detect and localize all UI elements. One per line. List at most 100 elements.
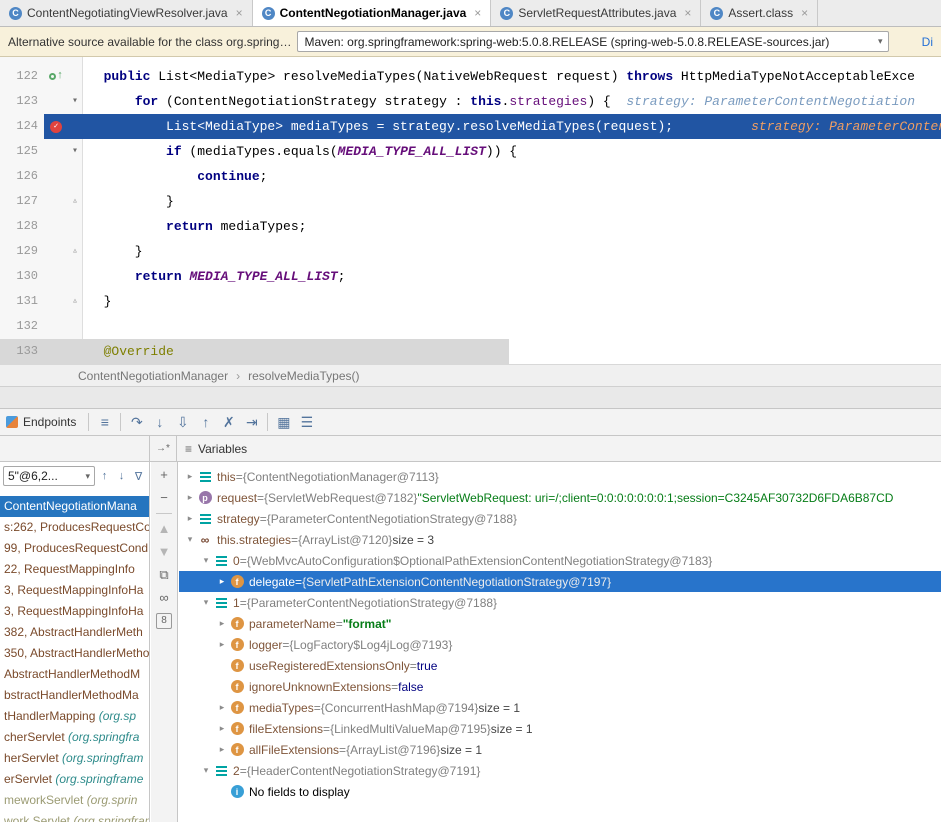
variable-row[interactable]: ▸this = {ContentNegotiationManager@7113} (179, 466, 941, 487)
fold-down-icon[interactable]: ▾ (72, 146, 78, 157)
view-rows-icon[interactable]: ☰ (295, 411, 318, 433)
variable-row[interactable]: ▸ffileExtensions = {LinkedMultiValueMap@… (179, 718, 941, 739)
variable-row[interactable]: ▾2 = {HeaderContentNegotiationStrategy@7… (179, 760, 941, 781)
tab-ContentNegotiatingViewResolver.java[interactable]: CContentNegotiatingViewResolver.java× (0, 0, 253, 26)
frame-item[interactable]: erServlet (org.springframe (0, 769, 149, 790)
variable-size: size = 1 (491, 722, 533, 736)
variable-row[interactable]: ▸flogger = {LogFactory$Log4jLog@7193} (179, 634, 941, 655)
duplicate-watch-icon[interactable]: ⧉ (156, 567, 172, 583)
tab-ServletRequestAttributes.java[interactable]: CServletRequestAttributes.java× (491, 0, 701, 26)
frame-item[interactable]: 3, RequestMappingInfoHa (0, 601, 149, 622)
frame-item[interactable]: s:262, ProducesRequestCo (0, 517, 149, 538)
variable-row[interactable]: ▾0 = {WebMvcAutoConfiguration$OptionalPa… (179, 550, 941, 571)
tab-close-icon[interactable]: × (236, 6, 243, 20)
frame-label: bstractHandlerMethodMa (4, 688, 139, 702)
tree-chevron-icon[interactable]: ▸ (215, 744, 229, 755)
tab-close-icon[interactable]: × (801, 6, 808, 20)
toolbar-separator (267, 413, 268, 431)
frame-item[interactable]: work Servlet (org springframew (0, 811, 149, 822)
frame-package: (org.sprin (87, 793, 138, 807)
tree-chevron-icon[interactable]: ▾ (183, 534, 197, 545)
tree-chevron-icon[interactable]: ▾ (199, 555, 213, 566)
fold-area (68, 214, 82, 239)
fold-down-icon[interactable]: ▾ (72, 96, 78, 107)
step-out-icon[interactable]: ↑ (194, 411, 217, 433)
frame-item[interactable]: AbstractHandlerMethodM (0, 664, 149, 685)
tree-chevron-icon[interactable]: ▸ (215, 702, 229, 713)
variable-row[interactable]: ▸prequest = {ServletWebRequest@7182} "Se… (179, 487, 941, 508)
tab-close-icon[interactable]: × (474, 6, 481, 20)
tab-Assert.class[interactable]: CAssert.class× (701, 0, 818, 26)
lasting-evaluation-icon[interactable]: ∞ (156, 590, 172, 606)
run-to-cursor-icon[interactable]: ⇥ (240, 411, 263, 433)
tree-chevron-icon[interactable]: ▸ (183, 492, 197, 503)
step-over-icon[interactable]: ↷ (125, 411, 148, 433)
variable-row[interactable]: ▸strategy = {ParameterContentNegotiation… (179, 508, 941, 529)
fold-up-icon[interactable]: ▵ (72, 246, 78, 257)
drop-frame-icon[interactable]: ✗ (217, 411, 240, 433)
variable-row[interactable]: ▸fdelegate = {ServletPathExtensionConten… (179, 571, 941, 592)
variable-row[interactable]: iNo fields to display (179, 781, 941, 802)
variable-row[interactable]: ▾∞this.strategies = {ArrayList@7120} siz… (179, 529, 941, 550)
code-token: @Override (104, 344, 174, 359)
variable-size: size = 1 (478, 701, 520, 715)
frame-item[interactable]: 22, RequestMappingInfo (0, 559, 149, 580)
add-watch-icon[interactable]: + (156, 467, 172, 483)
view-grid-icon[interactable]: ▦ (272, 411, 295, 433)
tree-chevron-icon[interactable]: ▾ (199, 765, 213, 776)
frame-item[interactable]: 382, AbstractHandlerMeth (0, 622, 149, 643)
variable-row[interactable]: fignoreUnknownExtensions = false (179, 676, 941, 697)
tree-chevron-icon[interactable]: ▸ (183, 513, 197, 524)
frame-item[interactable]: bstractHandlerMethodMa (0, 685, 149, 706)
frame-item[interactable]: 99, ProducesRequestCond (0, 538, 149, 559)
tree-chevron-icon[interactable]: ▸ (215, 723, 229, 734)
tree-chevron-icon[interactable]: ▸ (215, 576, 229, 587)
tree-chevron-icon[interactable]: ▸ (215, 618, 229, 629)
filter-icon[interactable]: ∇ (131, 470, 146, 483)
tab-endpoints[interactable]: Endpoints (6, 415, 84, 429)
tree-chevron-icon[interactable]: ▾ (199, 597, 213, 608)
variable-row[interactable]: ▸fparameterName = "format" (179, 613, 941, 634)
fold-area (68, 64, 82, 89)
notification-bar: Alternative source available for the cla… (0, 27, 941, 57)
add-to-watches-icon[interactable]: →* (150, 436, 177, 461)
tab-ContentNegotiationManager.java[interactable]: CContentNegotiationManager.java× (253, 0, 492, 26)
evaluate-icon[interactable]: 8 (156, 613, 172, 629)
override-marker-icon[interactable] (49, 73, 56, 80)
implement-marker-icon[interactable]: ↑ (57, 71, 64, 82)
layout-menu-icon[interactable]: ≡ (93, 411, 116, 433)
frame-down-icon[interactable]: ↓ (114, 470, 129, 482)
fold-area (68, 264, 82, 289)
thread-selector-dropdown[interactable]: 5"@6,2... ▾ (3, 466, 95, 486)
code-text: public List<MediaType> resolveMediaTypes… (82, 64, 941, 89)
fold-up-icon[interactable]: ▵ (72, 296, 78, 307)
variable-row[interactable]: fuseRegisteredExtensionsOnly = true (179, 655, 941, 676)
force-step-into-icon[interactable]: ⇩ (171, 411, 194, 433)
frame-item[interactable]: tHandlerMapping (org.sp (0, 706, 149, 727)
frame-item[interactable]: 3, RequestMappingInfoHa (0, 580, 149, 601)
move-watch-down-icon[interactable]: ▼ (156, 544, 172, 560)
sources-jar-dropdown[interactable]: Maven: org.springframework:spring-web:5.… (297, 31, 889, 52)
variable-row[interactable]: ▾1 = {ParameterContentNegotiationStrateg… (179, 592, 941, 613)
step-into-icon[interactable]: ↓ (148, 411, 171, 433)
frame-item[interactable]: cherServlet (org.springfra (0, 727, 149, 748)
frame-item[interactable]: herServlet (org.springfram (0, 748, 149, 769)
frame-up-icon[interactable]: ↑ (97, 470, 112, 482)
frame-item[interactable]: ContentNegotiationMana (0, 496, 149, 517)
fold-up-icon[interactable]: ▵ (72, 196, 78, 207)
frame-item[interactable]: 350, AbstractHandlerMetho (0, 643, 149, 664)
frame-item[interactable]: meworkServlet (org.sprin (0, 790, 149, 811)
tree-chevron-icon[interactable]: ▸ (183, 471, 197, 482)
variable-row[interactable]: ▸fmediaTypes = {ConcurrentHashMap@7194} … (179, 697, 941, 718)
breadcrumb-class[interactable]: ContentNegotiationManager (78, 369, 228, 383)
remove-watch-icon[interactable]: − (156, 490, 172, 506)
move-watch-up-icon[interactable]: ▲ (156, 521, 172, 537)
tab-close-icon[interactable]: × (684, 6, 691, 20)
tree-chevron-icon[interactable]: ▸ (215, 639, 229, 650)
notification-action-link[interactable]: Di (914, 35, 933, 49)
code-token: )) { (486, 144, 517, 159)
breadcrumb-method[interactable]: resolveMediaTypes() (248, 369, 359, 383)
variables-menu-icon[interactable]: ≡ (185, 442, 192, 456)
breakpoint-icon[interactable]: ✓ (50, 121, 62, 133)
variable-row[interactable]: ▸fallFileExtensions = {ArrayList@7196} s… (179, 739, 941, 760)
